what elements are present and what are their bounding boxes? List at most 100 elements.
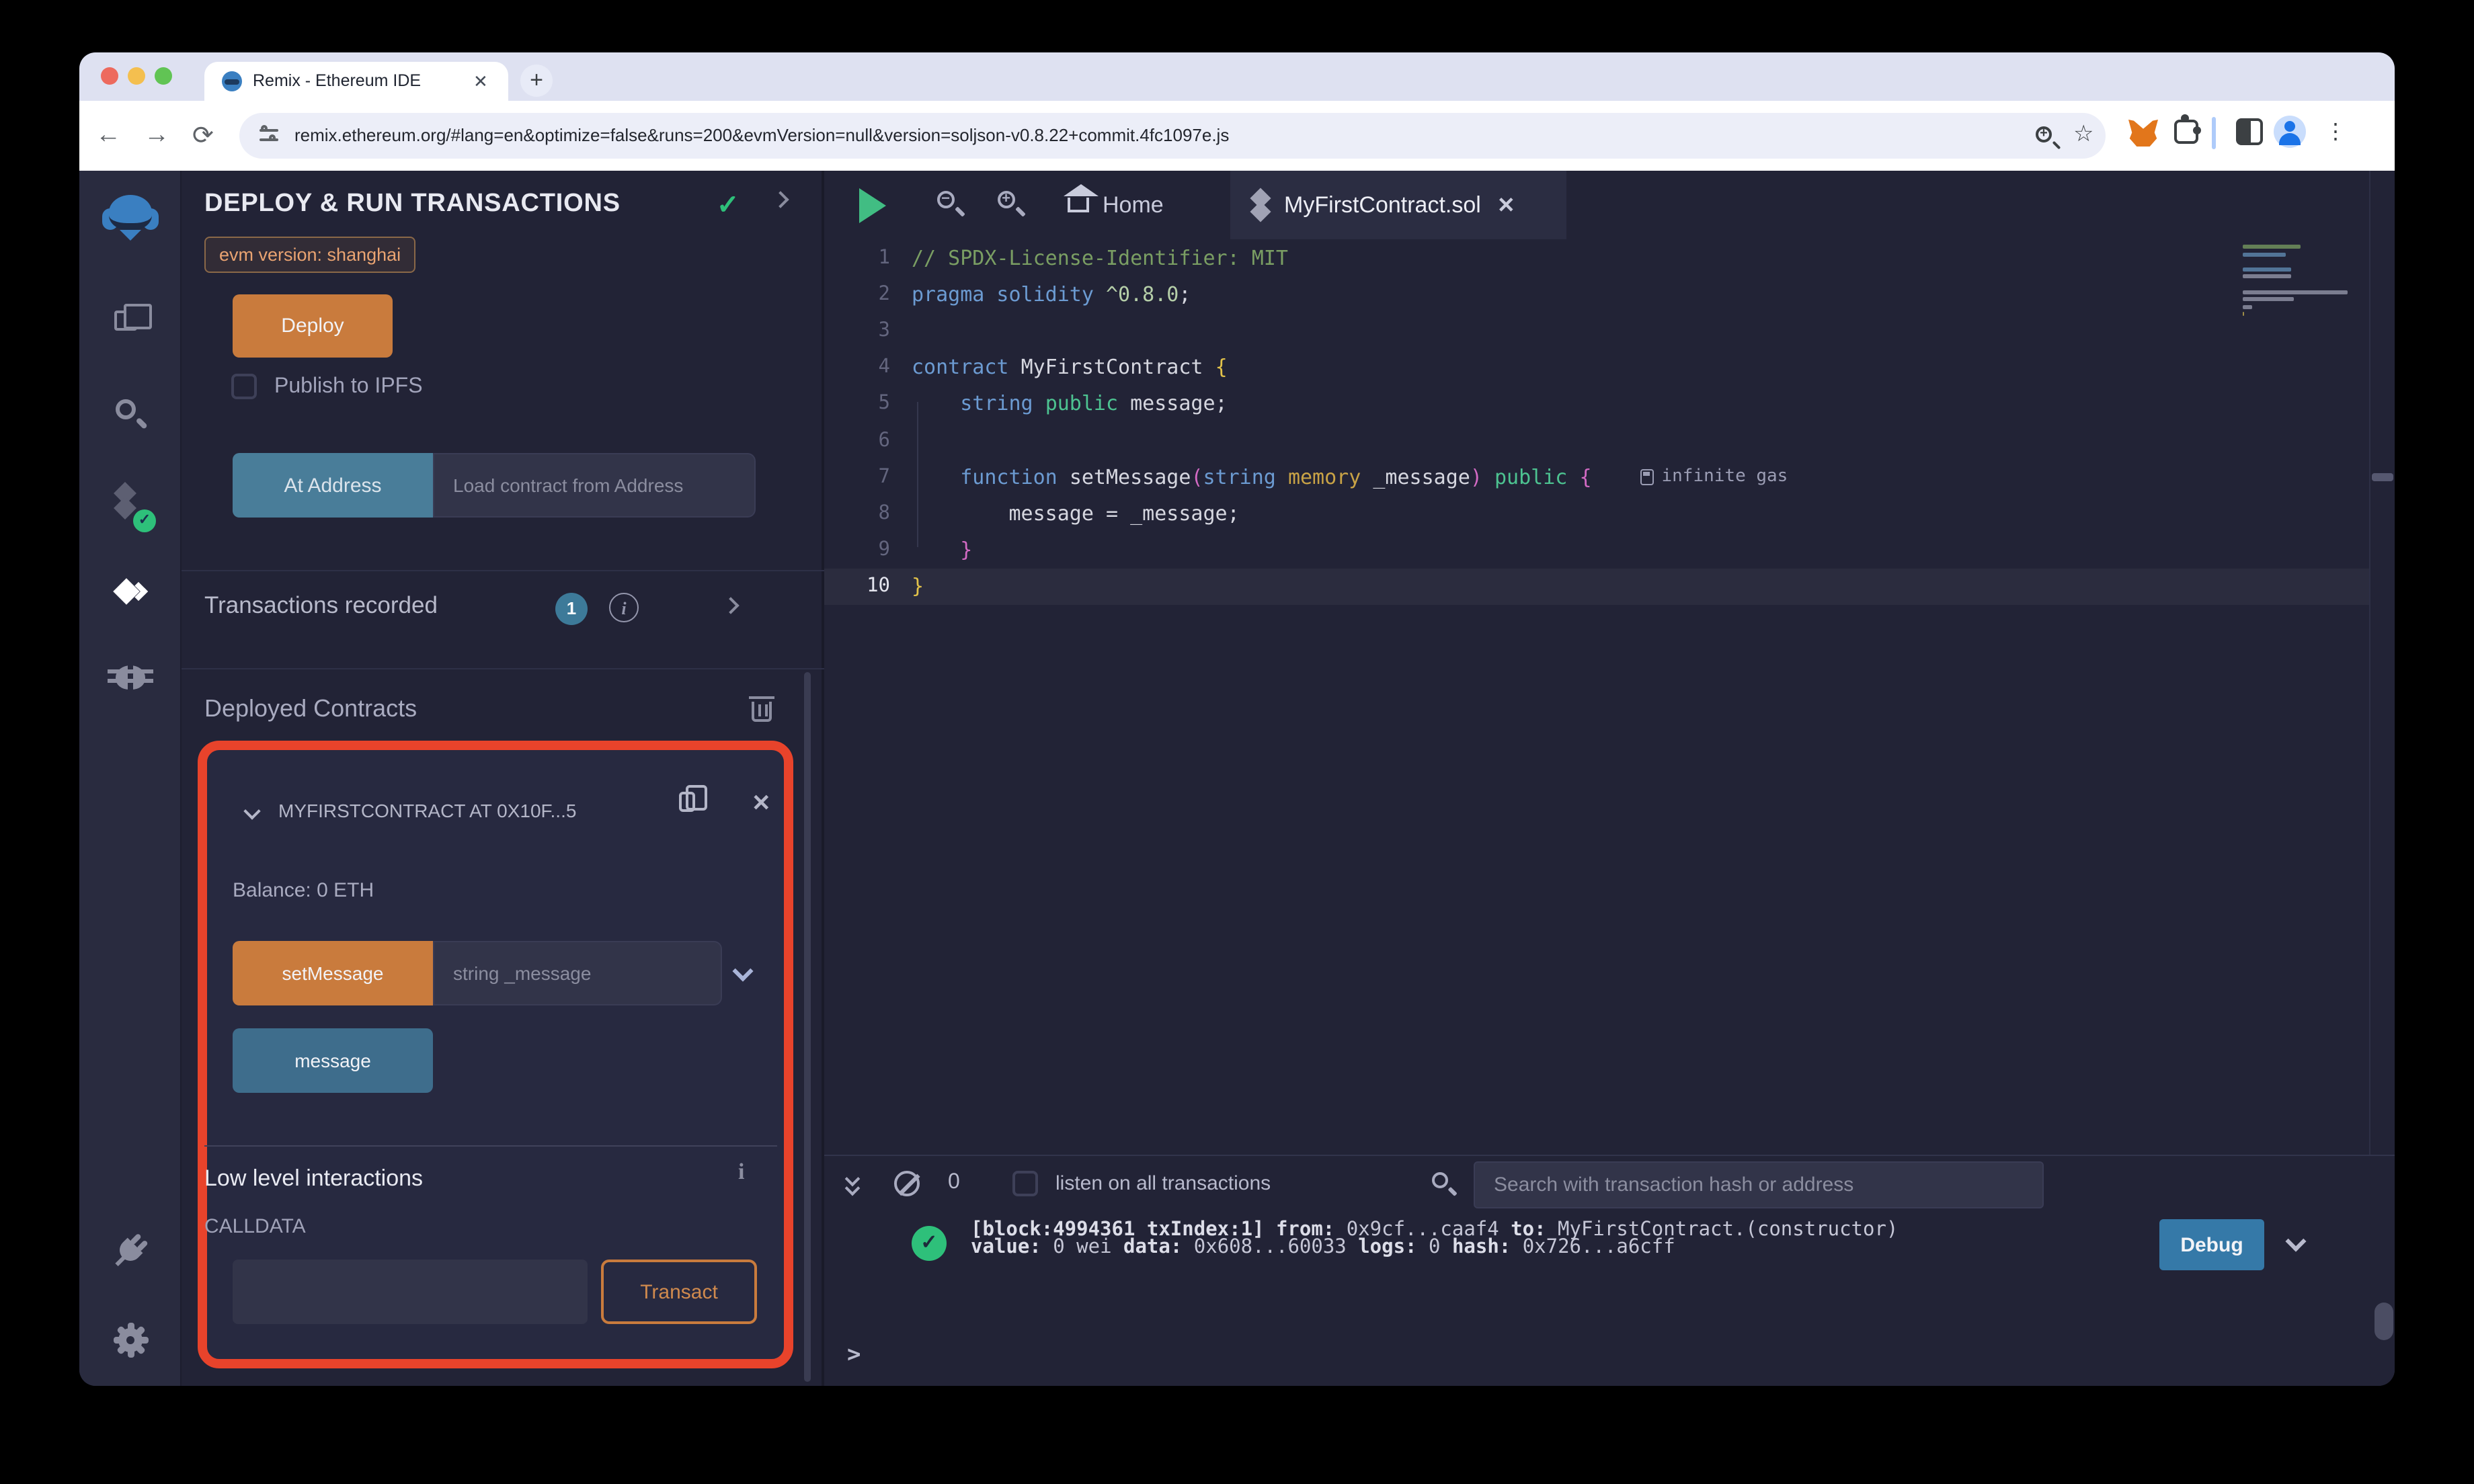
debugger-icon[interactable]: [108, 660, 153, 690]
transactions-info-icon[interactable]: i: [609, 593, 639, 622]
code-token: function: [960, 464, 1070, 489]
home-tab-label: Home: [1103, 192, 1164, 217]
code-token: setMessage: [1069, 464, 1191, 489]
editor-zoom-in-icon[interactable]: +: [998, 191, 1015, 208]
code-line[interactable]: 1 // SPDX-License-Identifier: MIT: [824, 239, 2369, 276]
set-message-button[interactable]: setMessage: [233, 941, 433, 1005]
browser-menu-icon[interactable]: ⋮: [2325, 118, 2346, 145]
remix-favicon: [222, 71, 242, 91]
code-token: _message: [1373, 464, 1470, 489]
tab-myfirstcontract[interactable]: MyFirstContract.sol ✕: [1230, 171, 1566, 239]
terminal-scrollbar-thumb[interactable]: [2375, 1303, 2393, 1340]
at-address-button[interactable]: At Address: [233, 453, 433, 518]
code-line[interactable]: 9 }: [824, 532, 2369, 568]
file-tab-close-icon[interactable]: ✕: [1497, 192, 1515, 218]
code-token: contract: [912, 355, 1021, 380]
bookmark-star-icon[interactable]: ☆: [2073, 121, 2094, 148]
contract-close-icon[interactable]: ✕: [752, 790, 771, 817]
metamask-extension-icon[interactable]: [2128, 120, 2158, 147]
line-number: 6: [878, 429, 890, 452]
page-zoom-icon[interactable]: +: [2036, 126, 2052, 142]
file-explorer-icon[interactable]: [114, 304, 152, 331]
line-number: 9: [878, 539, 890, 561]
traffic-light-close[interactable]: [101, 67, 118, 85]
minimap-divider: [2369, 171, 2370, 1155]
line-number: 1: [878, 247, 890, 269]
code-line[interactable]: 10}: [824, 568, 2369, 605]
copy-address-icon[interactable]: [679, 785, 707, 812]
side-panel-icon[interactable]: [2236, 118, 2263, 145]
panel-scrollbar[interactable]: [804, 672, 811, 1382]
reload-icon[interactable]: ⟳: [192, 121, 214, 152]
deploy-button[interactable]: Deploy: [233, 294, 393, 358]
run-script-play-icon[interactable]: [859, 188, 886, 223]
code-line[interactable]: 7 function setMessage(string memory _mes…: [824, 458, 2369, 495]
code-token: {: [1215, 355, 1228, 380]
code-line[interactable]: 3: [824, 313, 2369, 349]
traffic-light-zoom[interactable]: [155, 67, 172, 85]
terminal-prompt[interactable]: >: [847, 1342, 861, 1368]
code-line[interactable]: 5 string public message;: [824, 386, 2369, 422]
extensions-puzzle-icon[interactable]: [2174, 114, 2201, 144]
clear-contracts-trash-icon[interactable]: [749, 696, 774, 722]
forward-icon[interactable]: →: [144, 121, 169, 151]
settings-gear-icon[interactable]: [113, 1323, 148, 1358]
divider: [182, 668, 824, 669]
tab-close-icon[interactable]: ✕: [473, 71, 488, 93]
url-bar[interactable]: remix.ethereum.org/#lang=en&optimize=fal…: [239, 113, 2106, 159]
minimap-line: [2243, 245, 2301, 249]
code-line[interactable]: 8 message = _message;: [824, 495, 2369, 532]
divider: [204, 1145, 777, 1147]
debug-button[interactable]: Debug: [2159, 1219, 2264, 1270]
terminal-log-lines[interactable]: [block:4994361 txIndex:1] from: 0x9cf...…: [971, 1215, 1899, 1258]
plugin-manager-icon[interactable]: [106, 1225, 155, 1275]
publish-ipfs-checkbox[interactable]: [231, 374, 257, 399]
back-icon[interactable]: ←: [95, 121, 121, 151]
browser-tab[interactable]: Remix - Ethereum IDE ✕: [204, 62, 508, 101]
code-token: memory: [1287, 464, 1373, 489]
contract-title[interactable]: MYFIRSTCONTRACT AT 0X10F...5: [278, 800, 666, 821]
calldata-input[interactable]: [233, 1260, 588, 1324]
low-level-info-icon[interactable]: i: [738, 1159, 744, 1186]
transactions-expand-icon[interactable]: [722, 597, 740, 614]
code-line[interactable]: 6: [824, 422, 2369, 458]
line-text: // SPDX-License-Identifier: MIT: [912, 245, 1288, 270]
deploy-run-icon[interactable]: [113, 577, 149, 614]
traffic-light-minimize[interactable]: [128, 67, 145, 85]
tx-success-icon[interactable]: ✓: [912, 1226, 947, 1261]
solidity-file-icon: [1250, 187, 1271, 222]
minimap-line: [2243, 267, 2292, 272]
tab-home[interactable]: Home: [1051, 171, 1230, 239]
code-token: public: [1494, 464, 1568, 489]
line-text: }: [912, 538, 972, 562]
terminal-collapse-icon[interactable]: [844, 1171, 869, 1196]
tx-expand-icon[interactable]: [2285, 1231, 2307, 1252]
code-line[interactable]: 4 contract MyFirstContract {: [824, 349, 2369, 385]
message-button[interactable]: message: [233, 1028, 433, 1093]
panel-check-icon: ✓: [717, 191, 740, 220]
profile-avatar[interactable]: [2274, 116, 2306, 148]
editor-scrollbar-thumb[interactable]: [2372, 473, 2393, 481]
editor-zoom-out-icon[interactable]: −: [937, 191, 955, 208]
at-address-input[interactable]: [433, 453, 756, 518]
remix-logo-icon[interactable]: [102, 195, 159, 241]
home-icon: [1064, 184, 1099, 212]
transact-button[interactable]: Transact: [601, 1260, 757, 1324]
clear-console-icon[interactable]: [894, 1171, 920, 1196]
search-icon[interactable]: [116, 399, 136, 419]
line-text: pragma solidity ^0.8.0;: [912, 282, 1191, 306]
new-tab-button[interactable]: +: [520, 65, 553, 97]
listen-transactions-checkbox[interactable]: [1012, 1171, 1038, 1196]
set-message-input[interactable]: [433, 941, 722, 1005]
terminal-log-line: [block:4994361 txIndex:1] from: 0x9cf...…: [971, 1219, 1899, 1241]
divider: [182, 570, 824, 571]
code-token: ;: [1179, 282, 1191, 306]
code-line[interactable]: 2 pragma solidity ^0.8.0;: [824, 276, 2369, 312]
remix-app: ✓ DEPLOY & RUN TRANSACTIONS ✓ evm versio…: [79, 171, 2395, 1386]
minimap-content[interactable]: [2243, 245, 2358, 406]
terminal-search-input[interactable]: [1474, 1161, 2044, 1208]
minimap-line: [2243, 252, 2286, 257]
deploy-run-panel: DEPLOY & RUN TRANSACTIONS ✓ evm version:…: [182, 171, 824, 1386]
panel-expand-icon[interactable]: [772, 191, 789, 208]
site-settings-icon[interactable]: [260, 125, 281, 147]
